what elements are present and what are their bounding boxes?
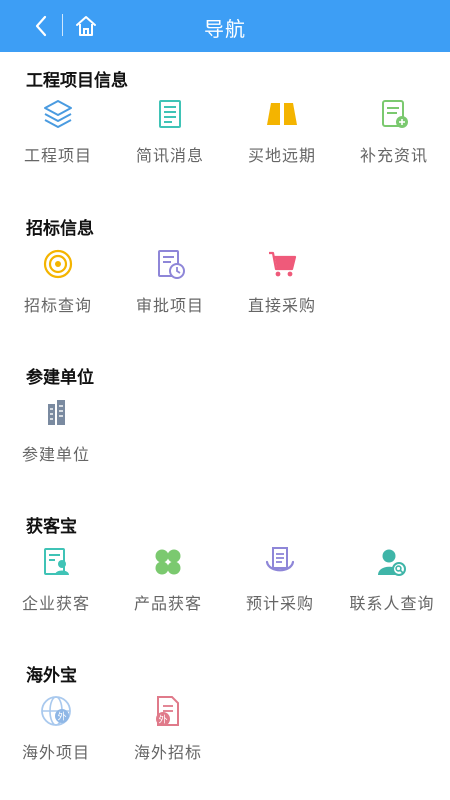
overseas-doc-icon: 外 bbox=[150, 693, 186, 729]
clover-icon bbox=[150, 544, 186, 580]
nav-item-overseas-bid[interactable]: 外 海外招标 bbox=[112, 693, 224, 763]
nav-item-contact-search[interactable]: 联系人查询 bbox=[336, 544, 448, 614]
nav-item-label: 买地远期 bbox=[247, 146, 316, 165]
nav-item-project[interactable]: 工程项目 bbox=[2, 96, 114, 166]
nav-item-approval[interactable]: 审批项目 bbox=[114, 246, 226, 316]
newspaper-icon bbox=[152, 96, 188, 132]
nav-item-label: 海外项目 bbox=[21, 743, 90, 762]
nav-item-direct-purchase[interactable]: 直接采购 bbox=[226, 246, 338, 316]
nav-item-label: 补充资讯 bbox=[359, 146, 428, 165]
svg-text:外: 外 bbox=[158, 714, 167, 726]
page-title: 导航 bbox=[204, 17, 246, 41]
document-add-icon bbox=[376, 96, 412, 132]
nav-item-label: 联系人查询 bbox=[349, 594, 435, 613]
nav-item-company-customer[interactable]: 企业获客 bbox=[0, 544, 112, 614]
document-clock-icon bbox=[152, 246, 188, 282]
nav-item-label: 审批项目 bbox=[135, 296, 204, 315]
nav-item-label: 直接采购 bbox=[247, 296, 316, 315]
nav-item-label: 产品获客 bbox=[133, 594, 202, 613]
nav-item-bid-search[interactable]: 招标查询 bbox=[2, 246, 114, 316]
top-nav-bar: 导航 bbox=[0, 0, 450, 52]
nav-item-label: 招标查询 bbox=[23, 296, 92, 315]
section-title: 海外宝 bbox=[26, 666, 77, 686]
purchase-plan-icon bbox=[262, 544, 298, 580]
nav-item-label: 参建单位 bbox=[21, 445, 90, 464]
nav-item-label: 企业获客 bbox=[21, 594, 90, 613]
nav-item-participants[interactable]: 参建单位 bbox=[0, 395, 112, 465]
nav-item-land[interactable]: 买地远期 bbox=[226, 96, 338, 166]
nav-item-label: 简讯消息 bbox=[135, 146, 204, 165]
company-customer-icon bbox=[38, 544, 74, 580]
section-title: 获客宝 bbox=[26, 517, 77, 537]
building-icon bbox=[38, 395, 74, 431]
target-icon bbox=[40, 246, 76, 282]
nav-item-label: 预计采购 bbox=[245, 594, 314, 613]
nav-item-label: 工程项目 bbox=[23, 146, 92, 165]
contact-search-icon bbox=[374, 544, 410, 580]
section-title: 参建单位 bbox=[26, 368, 94, 388]
nav-item-overseas-project[interactable]: 外 海外项目 bbox=[0, 693, 112, 763]
section-title: 工程项目信息 bbox=[26, 71, 128, 91]
nav-item-news[interactable]: 简讯消息 bbox=[114, 96, 226, 166]
globe-icon: 外 bbox=[38, 693, 74, 729]
cart-icon bbox=[264, 246, 300, 282]
nav-item-supplement[interactable]: 补充资讯 bbox=[338, 96, 450, 166]
nav-item-planned-purchase[interactable]: 预计采购 bbox=[224, 544, 336, 614]
section-title: 招标信息 bbox=[26, 219, 94, 239]
nav-item-label: 海外招标 bbox=[133, 743, 202, 762]
land-block-icon bbox=[264, 96, 300, 132]
svg-text:外: 外 bbox=[57, 711, 66, 723]
nav-item-product-customer[interactable]: 产品获客 bbox=[112, 544, 224, 614]
layers-icon bbox=[40, 96, 76, 132]
